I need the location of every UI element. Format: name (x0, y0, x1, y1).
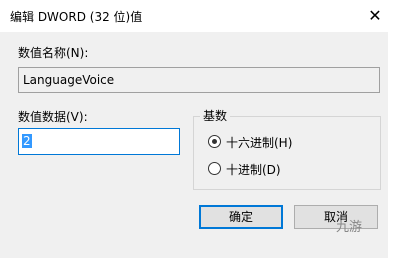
value-data-label: 数值数据(V): (18, 110, 88, 124)
decimal-radio[interactable] (208, 162, 221, 175)
value-name-field: LanguageVoice (18, 67, 380, 93)
background-window-strip (388, 0, 399, 258)
hex-radio-label[interactable]: 十六进制(H) (226, 134, 292, 151)
decimal-radio-label[interactable]: 十进制(D) (226, 161, 281, 178)
value-data-text: 2 (22, 134, 32, 148)
value-name-label: 数值名称(N): (18, 46, 89, 60)
edit-dword-dialog: 编辑 DWORD (32 位)值 ✕ 数值名称(N): LanguageVoic… (0, 0, 399, 258)
watermark-logo: 九游 (336, 220, 363, 235)
base-group-title: 基数 (200, 107, 231, 124)
base-groupbox (193, 116, 381, 190)
dialog-title: 编辑 DWORD (32 位)值 (10, 10, 143, 24)
value-name-text: LanguageVoice (23, 73, 115, 87)
title-bar: 编辑 DWORD (32 位)值 ✕ (0, 0, 388, 32)
close-icon[interactable]: ✕ (364, 5, 386, 27)
ok-button[interactable]: 确定 (199, 205, 283, 229)
hex-radio[interactable] (208, 135, 221, 148)
value-data-input[interactable]: 2 (18, 128, 180, 155)
